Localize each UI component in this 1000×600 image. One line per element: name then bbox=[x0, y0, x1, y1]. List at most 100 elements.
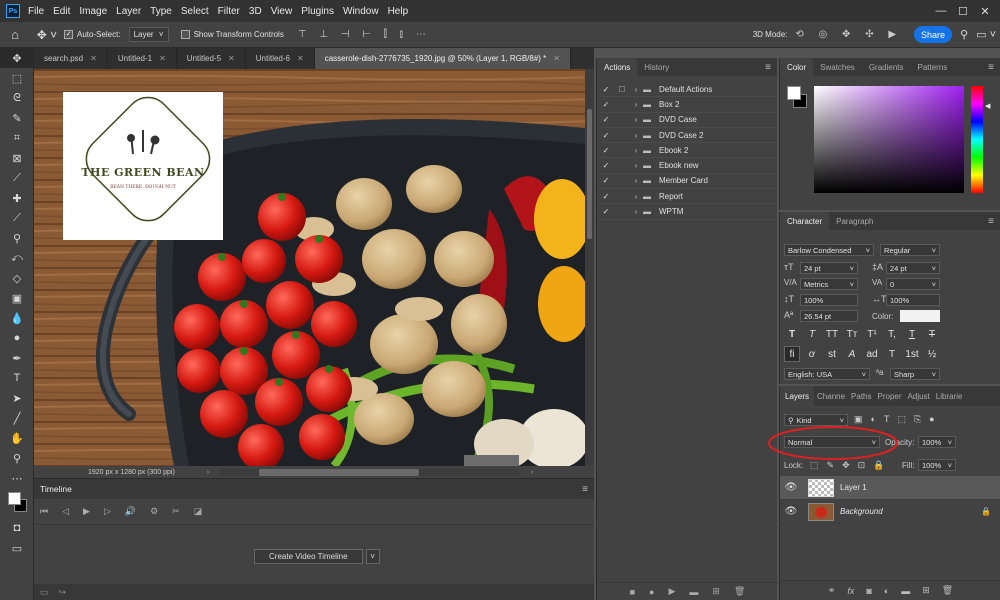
horizontal-scrollbar[interactable] bbox=[219, 468, 520, 476]
faux-bold-button[interactable]: T bbox=[784, 326, 800, 342]
move-tool-preset-icon[interactable]: ✥ ˅ bbox=[30, 28, 64, 42]
check-icon[interactable]: ✓ bbox=[597, 100, 615, 109]
chevron-right-icon[interactable]: › bbox=[629, 85, 643, 94]
move-tool-icon[interactable]: ✥ bbox=[0, 48, 34, 68]
3d-mode-icons[interactable]: ⟲ ◎ ✥ ✣ ▶ bbox=[795, 29, 902, 40]
timeline-type-dropdown[interactable]: ˅ bbox=[365, 549, 380, 564]
vertical-scrollbar[interactable] bbox=[585, 69, 594, 466]
check-icon[interactable]: ✓ bbox=[597, 115, 615, 124]
tab-color[interactable]: Color bbox=[780, 58, 814, 76]
type-tool-icon[interactable]: T bbox=[0, 368, 34, 388]
action-set-row[interactable]: ✓ › ▬ DVD Case bbox=[597, 113, 777, 128]
vertical-scale-field[interactable]: 100% bbox=[800, 294, 858, 306]
screen-mode-icon[interactable]: ▭ bbox=[0, 538, 34, 558]
subscript-button[interactable]: T, bbox=[884, 326, 900, 342]
tab-untitled-5[interactable]: Untitled-5 ✕ bbox=[177, 48, 246, 69]
chevron-right-icon[interactable]: › bbox=[531, 469, 533, 476]
check-icon[interactable]: ✓ bbox=[597, 176, 615, 185]
tab-channels[interactable]: Channe bbox=[814, 386, 848, 406]
check-icon[interactable]: ✓ bbox=[597, 85, 615, 94]
audio-icon[interactable]: 🔊 bbox=[125, 506, 136, 517]
menu-image[interactable]: Image bbox=[79, 6, 107, 17]
language-dropdown[interactable]: English: USA ˅ bbox=[784, 368, 870, 380]
panel-menu-icon[interactable]: ≡ bbox=[988, 62, 994, 76]
maximize-button[interactable]: ☐ bbox=[952, 5, 974, 18]
type-filter-icon[interactable]: T bbox=[884, 414, 890, 425]
chevron-right-icon[interactable]: › bbox=[207, 469, 209, 476]
panel-menu-icon[interactable]: ≡ bbox=[765, 62, 771, 76]
check-icon[interactable]: ✓ bbox=[597, 146, 615, 155]
align-icons[interactable]: ⊤ ⊥ ⊣ ⊢ ⫿ ⫾ ⋯ bbox=[298, 29, 431, 40]
titling-alternates-button[interactable]: T bbox=[884, 346, 900, 362]
chevron-right-icon[interactable]: › bbox=[629, 115, 643, 124]
add-mask-icon[interactable]: ◙ bbox=[866, 586, 871, 596]
fill-field[interactable]: 100% ˅ bbox=[918, 459, 956, 471]
tab-actions[interactable]: Actions bbox=[597, 58, 638, 76]
document-canvas[interactable]: THE GREEN BEAN BEAN THERE, DOUGH NUT bbox=[34, 69, 594, 466]
layer-row-layer-1[interactable]: 👁 Layer 1 bbox=[780, 476, 1000, 500]
chevron-right-icon[interactable]: › bbox=[629, 131, 643, 140]
first-frame-icon[interactable]: ⏮ bbox=[40, 506, 48, 517]
render-icon[interactable]: ↪ bbox=[59, 587, 67, 598]
kerning-field[interactable]: Metrics ˅ bbox=[800, 278, 858, 290]
workspace-icon[interactable]: ▭ ˅ bbox=[976, 28, 996, 41]
zoom-tool-icon[interactable]: ⚲ bbox=[0, 448, 34, 468]
pen-tool-icon[interactable]: ✒ bbox=[0, 348, 34, 368]
filter-toggle-icon[interactable]: ● bbox=[929, 414, 934, 425]
menu-3d[interactable]: 3D bbox=[249, 6, 262, 17]
tab-properties[interactable]: Proper bbox=[875, 386, 905, 406]
settings-gear-icon[interactable]: ⚙ bbox=[150, 506, 158, 517]
gradient-tool-icon[interactable]: ▣ bbox=[0, 288, 34, 308]
crop-tool-icon[interactable]: ⌗ bbox=[0, 128, 34, 148]
show-transform-checkbox[interactable] bbox=[180, 30, 190, 39]
layer-name[interactable]: Layer 1 bbox=[840, 483, 867, 492]
eyedropper-tool-icon[interactable]: ⟋ bbox=[0, 168, 34, 188]
swash-button[interactable]: A bbox=[844, 346, 860, 362]
check-icon[interactable]: ✓ bbox=[597, 161, 615, 170]
tab-history[interactable]: History bbox=[637, 58, 676, 76]
foreground-color-swatch[interactable] bbox=[8, 492, 21, 505]
layer-row-background[interactable]: 👁 Background 🔒 bbox=[780, 500, 1000, 524]
layer-name[interactable]: Background bbox=[840, 507, 883, 516]
fg-color-swatch[interactable] bbox=[787, 86, 801, 100]
visibility-eye-icon[interactable]: 👁 bbox=[780, 482, 802, 493]
share-button[interactable]: Share bbox=[914, 26, 953, 43]
play-icon[interactable]: ▶ bbox=[83, 506, 90, 517]
new-set-folder-icon[interactable]: ▬ bbox=[689, 587, 698, 597]
color-picker-field[interactable] bbox=[814, 86, 964, 193]
blur-tool-icon[interactable]: 💧 bbox=[0, 308, 34, 328]
visibility-eye-icon[interactable]: 👁 bbox=[780, 506, 802, 517]
layer-style-fx-icon[interactable]: fx bbox=[847, 586, 854, 596]
leading-field[interactable]: 24 pt ˅ bbox=[886, 262, 940, 274]
chevron-right-icon[interactable]: › bbox=[629, 192, 643, 201]
font-family-dropdown[interactable]: Barlow Condensed ˅ bbox=[784, 244, 874, 256]
font-size-field[interactable]: 24 pt ˅ bbox=[800, 262, 858, 274]
superscript-button[interactable]: T¹ bbox=[864, 326, 880, 342]
quick-mask-icon[interactable]: ◘ bbox=[0, 518, 34, 538]
panel-menu-icon[interactable]: ≡ bbox=[582, 484, 588, 495]
menu-select[interactable]: Select bbox=[181, 6, 209, 17]
lock-all-icon[interactable]: 🔒 bbox=[873, 460, 884, 471]
stylistic-alternates-button[interactable]: ad bbox=[864, 346, 880, 362]
action-set-row[interactable]: ✓ › ▬ WPTM bbox=[597, 204, 777, 220]
action-set-row[interactable]: ✓ ☐ › ▬ Default Actions bbox=[597, 82, 777, 98]
auto-select-target-dropdown[interactable]: Layer ˅ bbox=[128, 27, 169, 42]
close-icon[interactable]: ✕ bbox=[297, 54, 304, 63]
antialias-dropdown[interactable]: Sharp ˅ bbox=[890, 368, 940, 380]
menu-edit[interactable]: Edit bbox=[53, 6, 70, 17]
tab-search-psd[interactable]: search.psd ✕ bbox=[34, 48, 108, 69]
small-caps-button[interactable]: Tт bbox=[844, 326, 860, 342]
stop-icon[interactable]: ■ bbox=[630, 587, 635, 597]
record-icon[interactable]: ● bbox=[649, 587, 654, 597]
lock-position-icon[interactable]: ✥ bbox=[842, 460, 850, 471]
prev-frame-icon[interactable]: ◁ bbox=[62, 506, 69, 517]
adjustment-filter-icon[interactable]: ◐ bbox=[871, 414, 876, 425]
new-group-folder-icon[interactable]: ▬ bbox=[901, 586, 910, 596]
action-set-row[interactable]: ✓ › ▬ Ebook new bbox=[597, 158, 777, 174]
smart-object-filter-icon[interactable]: ⎘ bbox=[914, 414, 921, 425]
chevron-right-icon[interactable]: › bbox=[629, 146, 643, 155]
trash-icon[interactable]: 🗑 bbox=[942, 585, 953, 596]
chevron-right-icon[interactable]: › bbox=[629, 161, 643, 170]
healing-tool-icon[interactable]: ✚ bbox=[0, 188, 34, 208]
menu-plugins[interactable]: Plugins bbox=[301, 6, 334, 17]
